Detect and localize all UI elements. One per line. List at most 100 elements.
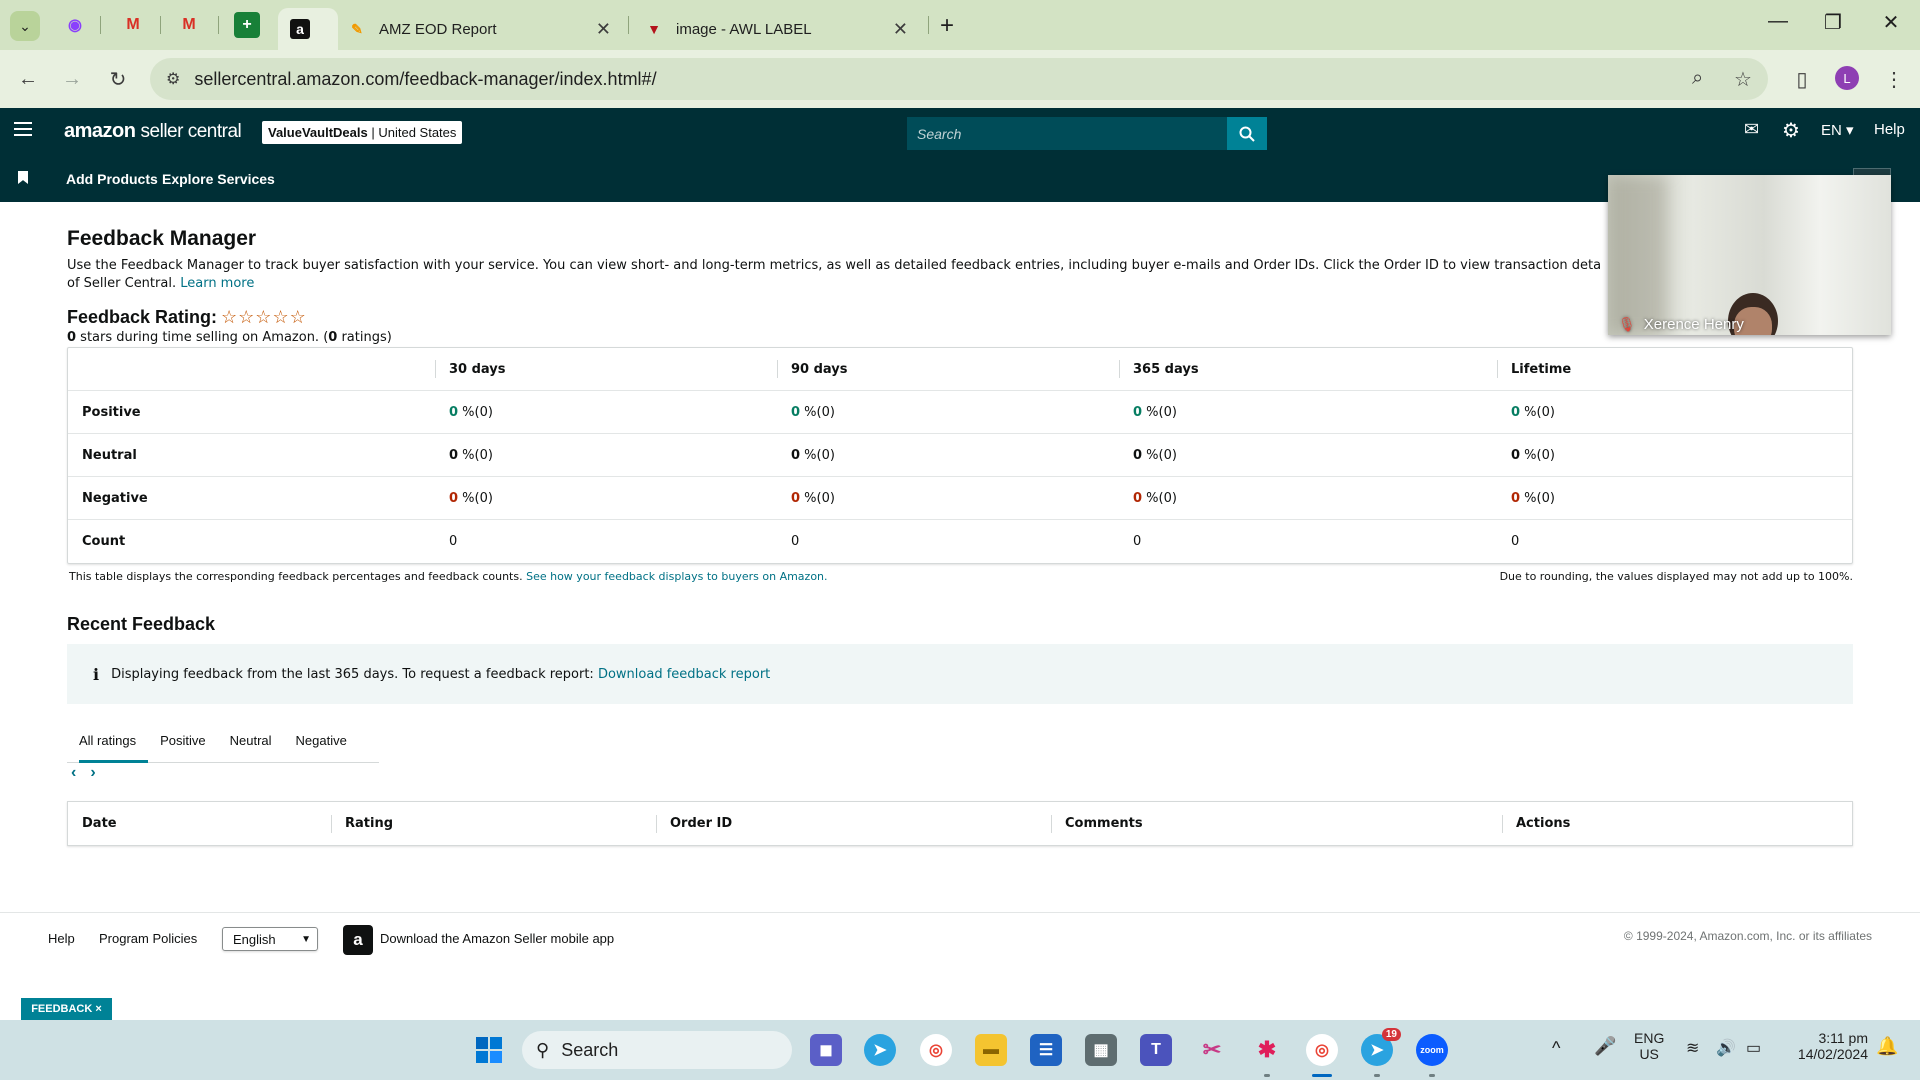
row-label: Count (82, 534, 126, 549)
teams-icon[interactable]: T (1140, 1034, 1172, 1066)
notification-bell-icon[interactable]: 🔔 (1876, 1036, 1898, 1057)
back-arrow-icon[interactable]: ← (14, 65, 42, 93)
logo-main-text: amazon (64, 120, 136, 142)
table-row: Count 0 0 0 0 (68, 520, 1852, 563)
table-cell: 0 %(0) (791, 404, 835, 420)
amazon-app-icon[interactable]: a (343, 925, 373, 955)
store-selector[interactable]: ValueVaultDeals | United States (262, 121, 463, 144)
messenger-tab-icon[interactable]: ◉ (62, 12, 88, 38)
side-panel-icon[interactable]: ▯ (1788, 65, 1816, 93)
language-value: English (233, 931, 276, 947)
url-omnibox[interactable]: ⚙ sellercentral.amazon.com/feedback-mana… (150, 58, 1768, 100)
table-row: Positive 0 %(0) 0 %(0) 0 %(0) 0 %(0) (68, 391, 1852, 434)
close-icon[interactable]: ✕ (596, 19, 611, 40)
notepad-icon[interactable]: ☰ (1030, 1034, 1062, 1066)
url-text[interactable]: sellercentral.amazon.com/feedback-manage… (194, 69, 656, 90)
table-cell: 0 %(0) (449, 404, 493, 420)
tab-image-awl-label[interactable]: ▼ image - AWL LABEL ✕ (632, 8, 922, 50)
wifi-icon[interactable]: ≋ (1686, 1038, 1699, 1058)
zoom-icon[interactable]: ⌕ (1692, 67, 1703, 90)
table-cell: 0 %(0) (1511, 447, 1555, 463)
chrome-profile-icon[interactable]: ◎ (1306, 1034, 1338, 1066)
seller-central-logo[interactable]: amazon seller central (64, 120, 242, 143)
tab-all-ratings[interactable]: All ratings (67, 718, 149, 763)
feedback-tag-button[interactable]: FEEDBACK × (21, 998, 112, 1020)
restore-icon[interactable]: ❐ (1813, 10, 1853, 35)
slack-icon[interactable]: ✱ (1251, 1034, 1283, 1066)
rounding-note: Due to rounding, the values displayed ma… (1499, 570, 1853, 583)
language-dropdown[interactable]: English ▼ (222, 927, 318, 951)
table-cell: 0 %(0) (1511, 490, 1555, 506)
zoom-app-icon[interactable]: zoom (1416, 1034, 1448, 1066)
feedback-display-link[interactable]: See how your feedback displays to buyers… (526, 570, 827, 583)
tab-search-chevron-icon[interactable]: ⌄ (10, 11, 40, 41)
table-cell: 0 %(0) (1133, 447, 1177, 463)
footer-help-link[interactable]: Help (48, 931, 75, 946)
new-tab-plus-icon[interactable]: + (940, 12, 954, 40)
sheets-tab-icon[interactable]: + (234, 12, 260, 38)
table-cell: 0 (791, 534, 800, 549)
table-row: Neutral 0 %(0) 0 %(0) 0 %(0) 0 %(0) (68, 434, 1852, 477)
table-footnote: This table displays the corresponding fe… (69, 570, 828, 583)
microphone-icon[interactable]: 🎤 (1594, 1036, 1616, 1057)
store-name: ValueVaultDeals (268, 125, 368, 140)
settings-gear-icon[interactable]: ⚙ (1782, 118, 1800, 143)
video-call-thumbnail[interactable]: 🎙 Xerence Henry (1608, 175, 1891, 335)
table-cell: 0 %(0) (449, 490, 493, 506)
tab-amz-eod-report[interactable]: ✎ AMZ EOD Report ✕ (335, 8, 625, 50)
amazon-tab[interactable]: a (278, 8, 338, 50)
help-link[interactable]: Help (1874, 121, 1905, 138)
download-app-link[interactable]: Download the Amazon Seller mobile app (380, 931, 614, 946)
reload-icon[interactable]: ↻ (104, 65, 132, 93)
muted-mic-icon: 🎙 (1618, 315, 1636, 332)
close-icon[interactable]: ✕ (893, 19, 908, 40)
gmail-tab-icon[interactable]: M (120, 12, 146, 38)
profile-avatar[interactable]: L (1835, 66, 1859, 90)
bookmark-icon[interactable] (18, 171, 28, 184)
gmail-tab-icon-2[interactable]: M (176, 12, 202, 38)
site-settings-icon[interactable]: ⚙ (166, 69, 180, 89)
telegram-notify-icon[interactable]: ➤ 19 (1361, 1028, 1401, 1066)
taskbar-search[interactable]: ⚲ Search (522, 1031, 792, 1069)
calculator-icon[interactable]: ▦ (1085, 1034, 1117, 1066)
chat-app-icon[interactable]: ◼ (810, 1034, 842, 1066)
nav-explore-services[interactable]: Explore Services (162, 171, 275, 187)
snipping-tool-icon[interactable]: ✂ (1196, 1034, 1228, 1066)
tab-neutral[interactable]: Neutral (222, 718, 288, 762)
learn-more-link[interactable]: Learn more (180, 276, 254, 291)
feedback-metrics-table: 30 days 90 days 365 days Lifetime Positi… (67, 347, 1853, 564)
show-hidden-icons-chevron-icon[interactable]: ^ (1552, 1038, 1560, 1059)
forward-arrow-icon[interactable]: → (58, 65, 86, 93)
prev-page-chevron-icon[interactable]: ‹ (71, 764, 76, 782)
search-input[interactable]: Search (907, 117, 1227, 150)
next-page-chevron-icon[interactable]: › (90, 764, 95, 782)
program-policies-link[interactable]: Program Policies (99, 931, 197, 946)
search-button[interactable] (1227, 117, 1267, 150)
bookmark-star-icon[interactable]: ☆ (1734, 67, 1752, 92)
row-label: Positive (82, 404, 141, 420)
notification-badge: 19 (1381, 1028, 1401, 1041)
windows-start-icon[interactable] (473, 1034, 505, 1066)
nav-add-products[interactable]: Add Products (66, 171, 158, 187)
row-label: Negative (82, 490, 148, 506)
tab-title: AMZ EOD Report (379, 20, 497, 38)
table-cell: 0 %(0) (791, 447, 835, 463)
input-language[interactable]: ENG US (1634, 1030, 1664, 1062)
battery-icon[interactable]: ▭ (1746, 1038, 1761, 1058)
clock[interactable]: 3:11 pm 14/02/2024 (1786, 1030, 1868, 1062)
file-explorer-icon[interactable]: ▬ (975, 1034, 1007, 1066)
minimize-icon[interactable]: — (1758, 10, 1798, 33)
page-description: Use the Feedback Manager to track buyer … (67, 257, 1607, 293)
download-report-link[interactable]: Download feedback report (598, 667, 770, 682)
window-close-icon[interactable]: ✕ (1871, 10, 1911, 35)
clock-date: 14/02/2024 (1797, 1046, 1868, 1062)
chrome-icon[interactable]: ◎ (920, 1034, 952, 1066)
volume-icon[interactable]: 🔊 (1716, 1038, 1736, 1058)
language-selector[interactable]: EN ▾ (1821, 121, 1854, 139)
tab-positive[interactable]: Positive (148, 718, 222, 762)
menu-dots-icon[interactable]: ⋮ (1880, 65, 1908, 93)
hamburger-menu-icon[interactable] (14, 122, 32, 140)
telegram-icon[interactable]: ➤ (864, 1034, 896, 1066)
mail-icon[interactable]: ✉ (1744, 119, 1759, 140)
tab-negative[interactable]: Negative (288, 718, 359, 762)
